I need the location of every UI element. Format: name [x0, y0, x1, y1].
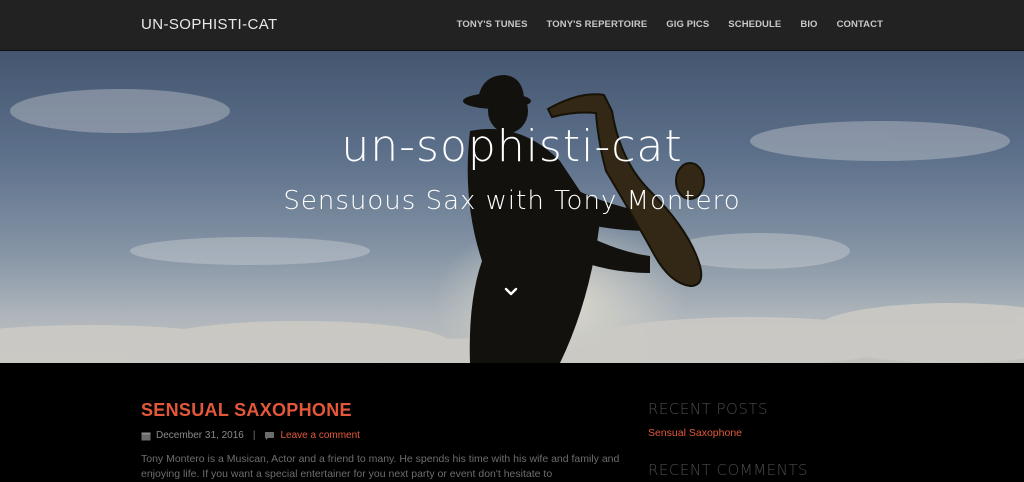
- leave-comment-link[interactable]: Leave a comment: [280, 430, 360, 441]
- chevron-down-icon[interactable]: [504, 285, 518, 299]
- hero-banner: un-sophisti-cat Sensuous Sax with Tony M…: [0, 51, 1024, 363]
- post-date: December 31, 2016: [156, 430, 244, 441]
- meta-separator: |: [252, 430, 256, 441]
- recent-comments-heading: RECENT COMMENTS: [648, 461, 809, 479]
- site-brand-link[interactable]: UN-SOPHISTI-CAT: [141, 16, 278, 33]
- post-meta: December 31, 2016 | Leave a comment: [141, 430, 360, 441]
- nav-item-contact[interactable]: CONTACT: [837, 19, 883, 30]
- post-title-link[interactable]: SENSUAL SAXOPHONE: [141, 400, 352, 421]
- site-tagline: Sensuous Sax with Tony Montero: [283, 186, 741, 216]
- recent-post-link[interactable]: Sensual Saxophone: [648, 427, 888, 439]
- nav-item-tonys-repertoire[interactable]: TONY'S REPERTOIRE: [547, 19, 648, 30]
- top-navbar: UN-SOPHISTI-CAT TONY'S TUNES TONY'S REPE…: [0, 0, 1024, 51]
- nav-item-gig-pics[interactable]: GIG PICS: [666, 19, 709, 30]
- nav-item-tonys-tunes[interactable]: TONY'S TUNES: [457, 19, 528, 30]
- main-content: SENSUAL SAXOPHONE December 31, 2016 | Le…: [0, 363, 1024, 480]
- sidebar: RECENT POSTS Sensual Saxophone RECENT CO…: [648, 400, 888, 479]
- nav-item-schedule[interactable]: SCHEDULE: [728, 19, 781, 30]
- site-title: un-sophisti-cat: [341, 121, 683, 172]
- nav-item-bio[interactable]: BIO: [800, 19, 817, 30]
- main-nav: TONY'S TUNES TONY'S REPERTOIRE GIG PICS …: [438, 19, 883, 30]
- calendar-icon: [141, 432, 151, 440]
- recent-posts-heading: RECENT POSTS: [648, 400, 769, 418]
- comment-icon: [265, 431, 275, 440]
